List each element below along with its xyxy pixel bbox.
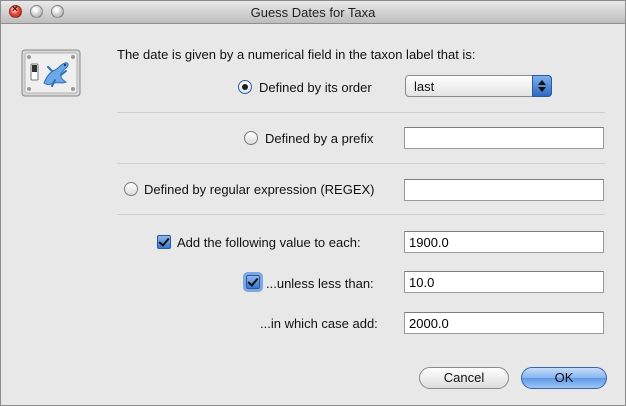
unless-checkbox[interactable] — [246, 275, 260, 289]
prefix-input[interactable] — [404, 127, 604, 149]
separator — [117, 112, 605, 113]
unless-input[interactable] — [404, 271, 604, 293]
cancel-button[interactable]: Cancel — [419, 367, 509, 389]
separator — [117, 163, 605, 164]
add-value-checkbox[interactable] — [157, 235, 171, 249]
add-value-label: Add the following value to each: — [177, 235, 361, 250]
prefix-radio[interactable] — [244, 131, 258, 145]
order-label: Defined by its order — [259, 80, 372, 95]
prefix-label: Defined by a prefix — [265, 131, 374, 146]
case-add-input[interactable] — [404, 312, 604, 334]
chevron-updown-icon — [532, 75, 552, 97]
intro-text: The date is given by a numerical field i… — [117, 47, 476, 62]
case-add-label: ...in which case add: — [260, 316, 378, 331]
regex-label: Defined by regular expression (REGEX) — [144, 182, 375, 197]
ok-button[interactable]: OK — [521, 367, 607, 389]
beast-gecko-icon — [21, 49, 81, 97]
order-select-value: last — [414, 79, 435, 94]
order-select[interactable]: last — [405, 75, 552, 97]
regex-radio[interactable] — [124, 182, 138, 196]
window-title: Guess Dates for Taxa — [250, 5, 376, 20]
title-bar[interactable]: × Guess Dates for Taxa — [1, 1, 625, 24]
unless-label: ...unless less than: — [266, 276, 374, 291]
regex-input[interactable] — [404, 179, 604, 201]
separator — [117, 214, 605, 215]
order-radio[interactable] — [238, 80, 252, 94]
add-value-input[interactable] — [404, 231, 604, 253]
dialog-window: × Guess Dates for Taxa The date is given… — [0, 0, 626, 406]
